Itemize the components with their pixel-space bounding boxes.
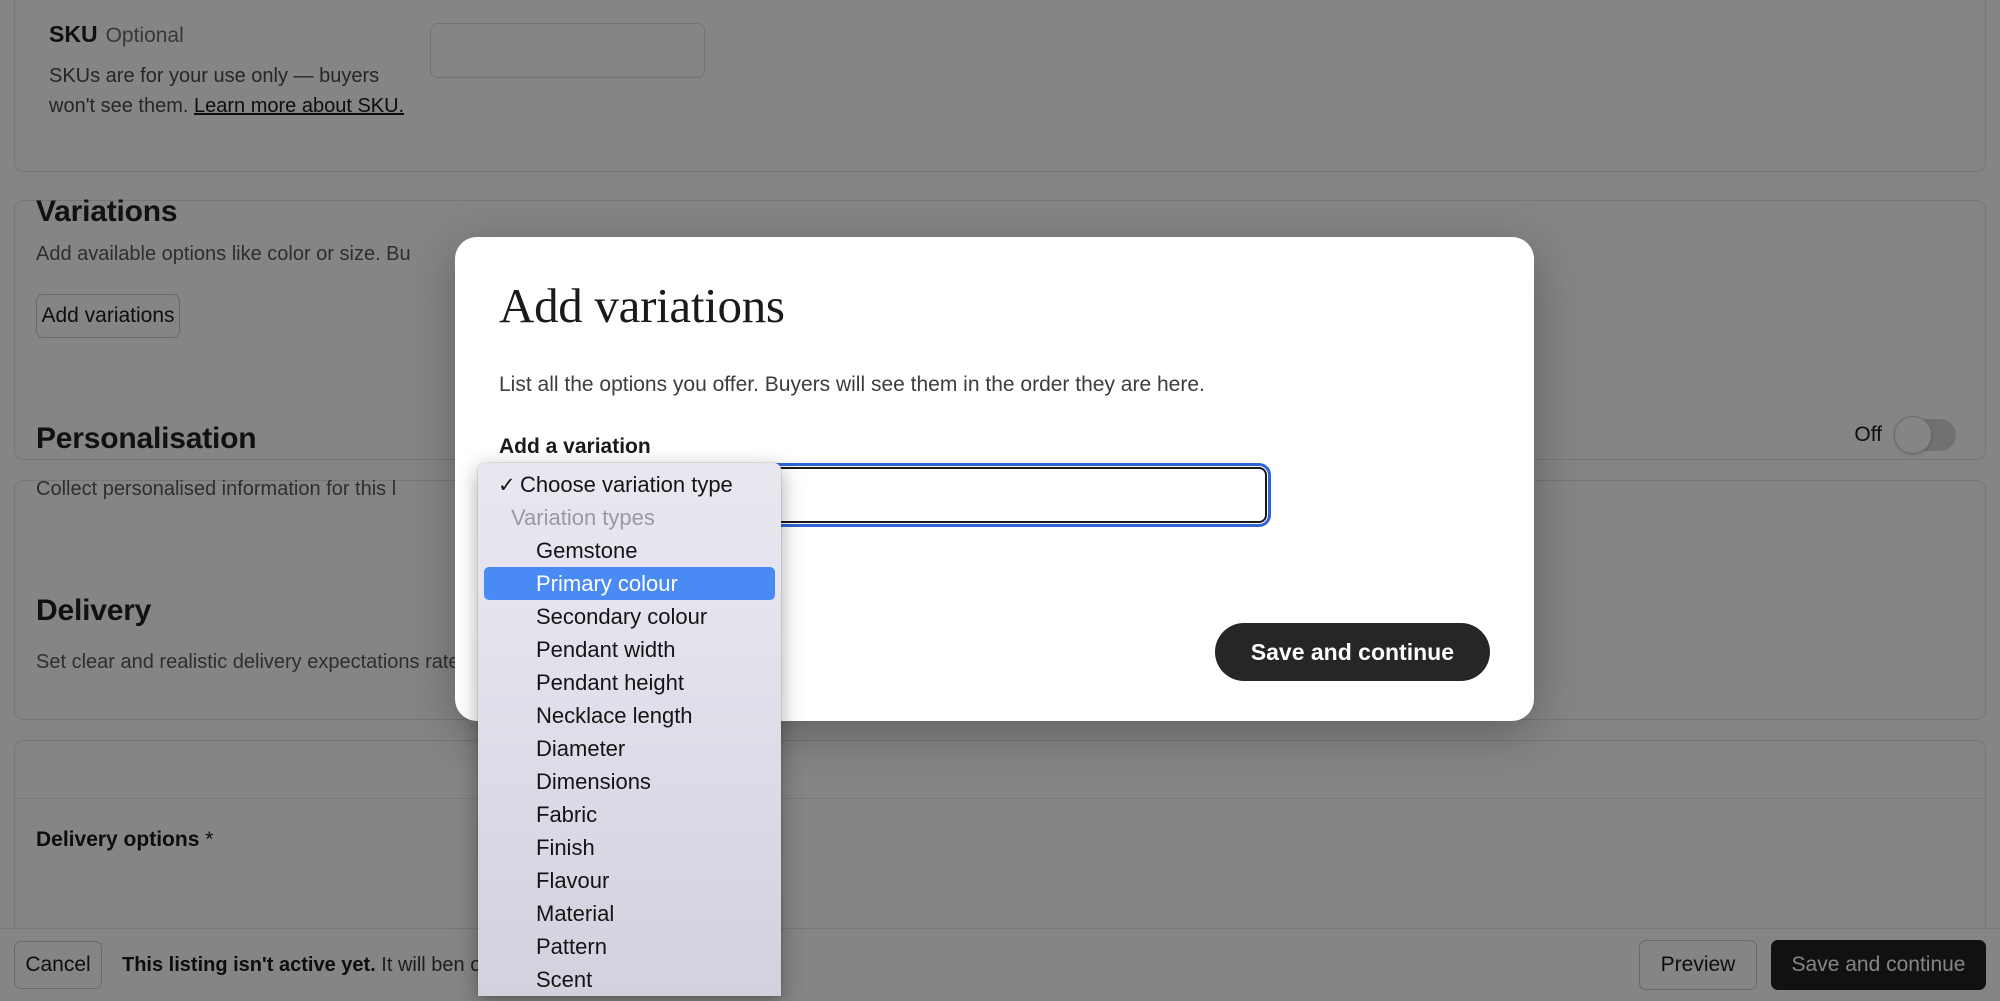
dropdown-option-label: Dimensions xyxy=(536,769,651,794)
dropdown-option-flavour[interactable]: Flavour xyxy=(478,864,781,897)
modal-description: List all the options you offer. Buyers w… xyxy=(499,373,1205,396)
dropdown-option-label: Secondary colour xyxy=(536,604,708,629)
dropdown-option-necklace-length[interactable]: Necklace length xyxy=(478,699,781,732)
add-a-variation-label: Add a variation xyxy=(499,435,651,458)
dropdown-option-gemstone[interactable]: Gemstone xyxy=(478,534,781,567)
dropdown-option-scent[interactable]: Scent xyxy=(478,963,781,996)
bottom-bar-scrim xyxy=(0,928,2000,1001)
modal-title: Add variations xyxy=(499,278,785,333)
dropdown-option-label: Necklace length xyxy=(536,703,693,728)
dropdown-option-label: Flavour xyxy=(536,868,610,893)
dropdown-option-label: Material xyxy=(536,901,615,926)
dropdown-option-label: Scent xyxy=(536,967,593,992)
checkmark-icon: ✓ xyxy=(498,474,516,497)
dropdown-option-label: Finish xyxy=(536,835,595,860)
dropdown-option-label: Choose variation type xyxy=(520,472,733,497)
dropdown-option-label: Diameter xyxy=(536,736,626,761)
dropdown-option-fabric[interactable]: Fabric xyxy=(478,798,781,831)
dropdown-option-pendant-width[interactable]: Pendant width xyxy=(478,633,781,666)
dropdown-option-label: Fabric xyxy=(536,802,598,827)
dropdown-option-pendant-height[interactable]: Pendant height xyxy=(478,666,781,699)
dropdown-option-label: Pattern xyxy=(536,934,607,959)
variation-type-dropdown[interactable]: ✓ Choose variation type Variation types Gem… xyxy=(478,463,781,996)
dropdown-option-secondary-colour[interactable]: Secondary colour xyxy=(478,600,781,633)
dropdown-group-header: Variation types xyxy=(511,505,655,530)
dropdown-option-choose-variation-type[interactable]: ✓ Choose variation type xyxy=(478,468,781,501)
dropdown-option-pattern[interactable]: Pattern xyxy=(478,930,781,963)
dropdown-option-diameter[interactable]: Diameter xyxy=(478,732,781,765)
dropdown-option-label: Primary colour xyxy=(536,571,678,596)
listing-editor-screen: SKU Optional SKUs are for your use only —… xyxy=(0,0,2000,1001)
dropdown-option-finish[interactable]: Finish xyxy=(478,831,781,864)
dropdown-option-label: Gemstone xyxy=(536,538,638,563)
dropdown-option-primary-colour[interactable]: Primary colour xyxy=(484,567,775,600)
dropdown-option-dimensions[interactable]: Dimensions xyxy=(478,765,781,798)
dropdown-option-material[interactable]: Material xyxy=(478,897,781,930)
modal-save-and-continue-button[interactable]: Save and continue xyxy=(1214,623,1490,681)
dropdown-option-label: Pendant width xyxy=(536,637,676,662)
dropdown-option-label: Pendant height xyxy=(536,670,685,695)
